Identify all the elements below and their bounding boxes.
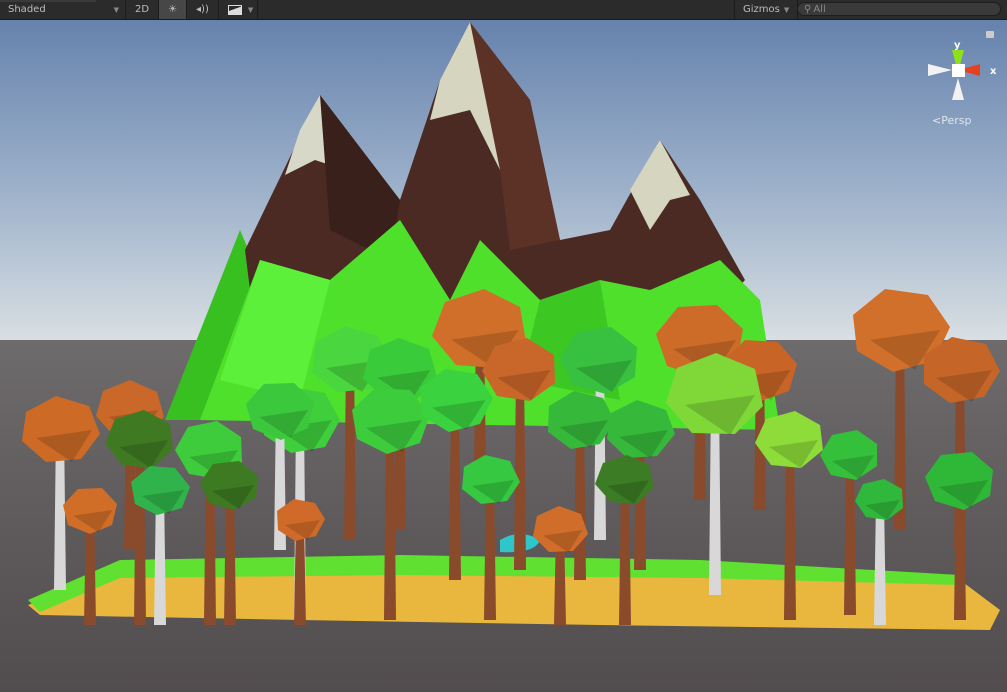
chevron-down-icon: ▼ — [783, 5, 790, 14]
hierarchy-search-input[interactable]: ⚲ All — [797, 2, 1001, 16]
chevron-down-icon: ▼ — [113, 5, 119, 14]
draw-mode-label: Shaded — [8, 4, 46, 15]
lighting-toggle-button[interactable]: ☀ — [159, 0, 188, 19]
effects-dropdown[interactable]: ▼ — [219, 0, 259, 19]
image-icon — [227, 4, 242, 15]
projection-toggle[interactable]: <Persp — [932, 114, 971, 127]
search-icon: ⚲ — [804, 3, 812, 15]
neg-y-axis-cone[interactable] — [952, 78, 964, 100]
tree-trunk — [134, 440, 146, 625]
center-cube[interactable] — [952, 64, 965, 77]
search-placeholder: All — [813, 3, 826, 15]
neg-x-axis-cone[interactable] — [928, 64, 952, 76]
gizmos-dropdown[interactable]: Gizmos ▼ — [734, 0, 799, 19]
gizmos-label: Gizmos — [743, 4, 780, 15]
persp-icon: < — [932, 114, 942, 127]
x-axis-label: x — [990, 66, 997, 77]
audio-toggle-button[interactable]: ◂)) — [187, 0, 219, 19]
draw-mode-dropdown[interactable]: Shaded ▼ — [0, 0, 126, 19]
sun-icon: ☀ — [168, 4, 178, 15]
scene-viewport[interactable] — [0, 20, 1007, 692]
speaker-icon: ◂)) — [196, 4, 209, 15]
2d-toggle-button[interactable]: 2D — [126, 0, 160, 19]
y-axis-label: y — [954, 40, 961, 51]
scene-toolbar: Shaded ▼ 2D ☀ ◂)) ▼ Gizmos ▼ ⚲ All — [0, 0, 1007, 20]
projection-label: Persp — [941, 114, 972, 127]
chevron-down-icon: ▼ — [247, 5, 254, 14]
orientation-gizmo[interactable]: y x — [922, 28, 1002, 128]
